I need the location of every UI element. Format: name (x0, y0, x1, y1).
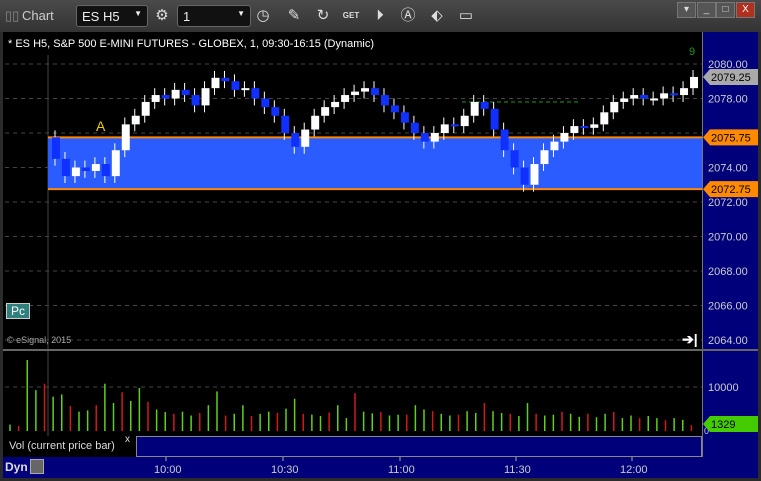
close-study-button[interactable]: x (125, 434, 130, 445)
volume-last-label: 1329 (711, 419, 735, 431)
volume-study-label: Vol (current price bar) (5, 436, 134, 457)
candle-body (480, 101, 489, 109)
price-tick-label: 2070.00 (708, 232, 748, 244)
time-tick-label: 11:30 (504, 464, 531, 476)
candle-body (560, 133, 569, 142)
lock-icon[interactable] (30, 459, 44, 474)
candle-body (410, 122, 419, 133)
candle-body (221, 77, 230, 82)
candle-body (341, 95, 350, 102)
candle-body (81, 167, 90, 171)
candle-body (640, 95, 649, 99)
candle-body (241, 88, 250, 91)
candle-body (61, 158, 70, 177)
candle-body (101, 164, 110, 177)
candle-body (251, 88, 260, 99)
candle-body (590, 124, 599, 128)
candle-body (610, 101, 619, 113)
candle-body (630, 95, 639, 99)
price-tick-label: 2074.00 (708, 163, 748, 175)
candle-body (450, 124, 459, 127)
support-zone (48, 137, 702, 190)
candle-body (271, 107, 280, 116)
lower-level-label: 2072.75 (711, 184, 751, 196)
candle-body (380, 95, 389, 106)
candle-body (71, 167, 80, 177)
candle-body (500, 129, 509, 151)
candle-body (420, 133, 429, 142)
scroll-to-end-icon[interactable]: ➔| (682, 331, 698, 348)
candle-body (690, 76, 698, 89)
candle-body (670, 93, 679, 96)
candle-body (191, 95, 200, 106)
volume-label-text: Vol (current price bar) (9, 440, 115, 452)
candle-body (121, 124, 130, 151)
candle-body (650, 98, 659, 101)
candle-body (331, 101, 340, 108)
time-tick-label: 10:00 (154, 464, 182, 476)
candle-body (52, 137, 60, 159)
candle-body (201, 88, 210, 106)
candle-body (171, 89, 180, 99)
sequence-label: 9 (689, 46, 696, 58)
candle-body (460, 115, 469, 127)
candle-body (301, 129, 310, 147)
upper-level-label: 2075.75 (711, 132, 751, 144)
time-tick-label: 12:00 (620, 464, 648, 476)
chart-canvas[interactable]: 2080.002078.002076.002074.002072.002070.… (0, 0, 761, 481)
candle-body (490, 108, 499, 130)
time-tick-label: 11:00 (388, 464, 415, 476)
candle-body (371, 88, 379, 96)
candle-body (620, 98, 629, 102)
candle-body (361, 88, 370, 92)
volume-tick-label: 10000 (708, 382, 739, 394)
candle-body (311, 115, 320, 130)
price-tick-label: 2072.00 (708, 197, 748, 209)
time-tick-label: 10:30 (271, 464, 299, 476)
candle-body (680, 88, 689, 96)
candle-body (111, 150, 120, 177)
candle-body (400, 112, 409, 123)
candle-body (261, 98, 270, 108)
candle-body (151, 95, 160, 102)
candle-body (291, 133, 300, 147)
price-tick-label: 2064.00 (708, 335, 748, 347)
candle-body (231, 81, 240, 90)
candle-body (550, 141, 559, 151)
study-bar (136, 436, 702, 457)
last-price-label: 2079.25 (711, 72, 751, 84)
candle-body (510, 150, 519, 168)
price-tick-label: 2078.00 (708, 94, 748, 106)
candle-body (91, 164, 100, 171)
candle-body (321, 107, 330, 116)
candle-body (580, 126, 589, 129)
marker-a: A (96, 118, 106, 134)
candle-body (660, 93, 669, 99)
copyright: © eSignal, 2015 (7, 335, 72, 345)
chart-header: * ES H5, S&P 500 E-MINI FUTURES - GLOBEX… (8, 38, 374, 50)
candle-body (181, 89, 190, 96)
candle-body (530, 164, 539, 185)
candle-body (141, 101, 150, 116)
candle-body (161, 95, 170, 99)
dyn-mode[interactable]: Dyn (5, 460, 28, 474)
candle-body (440, 124, 449, 133)
candle-body (430, 133, 439, 142)
candle-body (470, 101, 479, 116)
candle-body (351, 91, 360, 96)
candle-body (211, 77, 220, 89)
candle-body (570, 126, 579, 133)
price-tick-label: 2066.00 (708, 301, 748, 313)
candle-body (600, 112, 609, 125)
candle-body (281, 115, 290, 133)
price-tick-label: 2068.00 (708, 266, 748, 278)
pc-marker[interactable]: Pc (6, 303, 30, 319)
candle-body (540, 150, 549, 165)
candle-body (520, 167, 529, 185)
candle-body (131, 115, 140, 125)
candle-body (390, 105, 399, 113)
